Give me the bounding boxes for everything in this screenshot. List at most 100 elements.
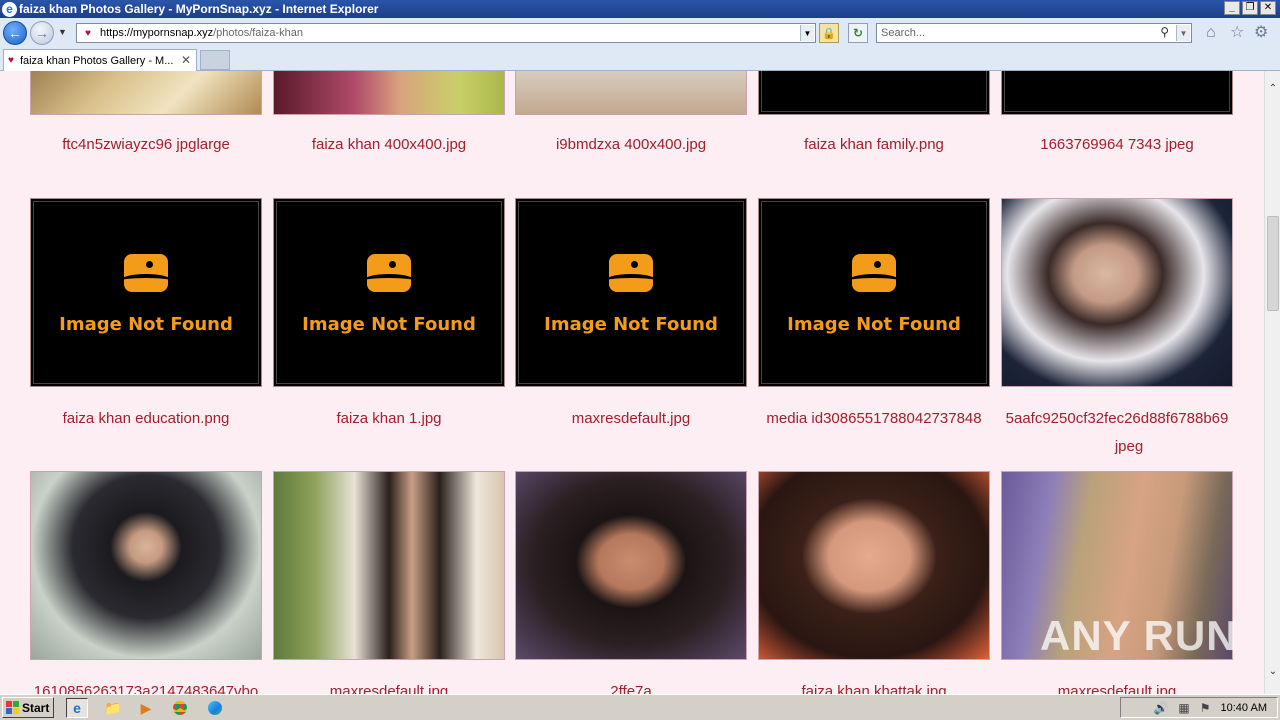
volume-icon[interactable]: 🔊 bbox=[1153, 701, 1168, 715]
gallery-thumbnail[interactable] bbox=[30, 471, 262, 660]
scroll-down-arrow-icon[interactable]: ⌄ bbox=[1265, 666, 1280, 680]
search-input[interactable]: Search... ⚲ ▼ bbox=[876, 23, 1192, 43]
thumbnail-caption[interactable]: 5aafc9250cf32fec26d88f6788b69 bbox=[1001, 405, 1233, 433]
image-not-found-placeholder: Image Not Found bbox=[518, 201, 744, 384]
restore-button[interactable]: ❐ bbox=[1242, 1, 1258, 15]
thumbnail-caption[interactable]: maxresdefault.jpg bbox=[1001, 678, 1233, 694]
photo bbox=[759, 472, 989, 659]
gallery-thumbnail[interactable]: Image Not Found bbox=[273, 198, 505, 387]
media-player-icon[interactable]: ▶ bbox=[135, 698, 157, 718]
close-window-button[interactable]: ✕ bbox=[1260, 1, 1276, 15]
gear-icon[interactable]: ⚙ bbox=[1254, 25, 1268, 41]
start-button[interactable]: Start bbox=[2, 697, 54, 718]
clock[interactable]: 10:40 AM bbox=[1221, 702, 1267, 714]
back-button[interactable]: ← bbox=[3, 21, 27, 45]
thumbnail-caption-line2[interactable]: jpeg bbox=[1001, 433, 1257, 461]
network-icon[interactable]: ▦ bbox=[1178, 701, 1189, 715]
image-not-found-placeholder: Image Not Found bbox=[276, 201, 502, 384]
window-controls: _ ❐ ✕ bbox=[1224, 1, 1276, 15]
photo bbox=[31, 472, 261, 659]
photo bbox=[516, 472, 746, 659]
history-dropdown-icon[interactable]: ▼ bbox=[58, 27, 67, 37]
site-favicon-icon: ♥ bbox=[85, 27, 91, 39]
photo bbox=[1002, 199, 1232, 386]
gallery-thumbnail[interactable]: Image Not Found bbox=[758, 198, 990, 387]
security-lock-icon[interactable]: 🔒 bbox=[819, 23, 839, 43]
thumbnail-caption[interactable]: 1610856263173a2147483647vbo bbox=[30, 678, 262, 694]
forward-button[interactable]: → bbox=[30, 21, 54, 45]
start-label: Start bbox=[22, 700, 50, 715]
home-icon[interactable]: ⌂ bbox=[1206, 25, 1216, 41]
broken-image-icon bbox=[124, 254, 168, 292]
thumbnail-caption[interactable]: faiza khan 400x400.jpg bbox=[273, 131, 505, 159]
action-center-flag-icon[interactable]: ⚑ bbox=[1200, 701, 1211, 715]
photo bbox=[274, 71, 504, 114]
image-not-found-placeholder bbox=[761, 71, 987, 112]
broken-image-icon bbox=[609, 254, 653, 292]
tab-close-icon[interactable]: ✕ bbox=[181, 53, 191, 67]
address-dropdown-icon[interactable]: ▼ bbox=[800, 25, 814, 41]
thumbnail-caption[interactable]: faiza khan 1.jpg bbox=[273, 405, 505, 433]
title-bar: e faiza khan Photos Gallery - MyPornSnap… bbox=[0, 0, 1280, 18]
broken-image-icon bbox=[852, 254, 896, 292]
gallery-thumbnail[interactable] bbox=[758, 471, 990, 660]
thumbnail-caption[interactable]: faiza khan khattak.jpg bbox=[758, 678, 990, 694]
taskbar: Start e 📁 ▶ 🔊 ▦ ⚑ 10:40 AM bbox=[0, 694, 1280, 720]
image-not-found-placeholder bbox=[1004, 71, 1230, 112]
file-explorer-icon[interactable]: 📁 bbox=[102, 698, 124, 718]
tab-label: faiza khan Photos Gallery - M... bbox=[19, 54, 174, 67]
search-dropdown-icon[interactable]: ▼ bbox=[1176, 25, 1190, 41]
thumbnail-caption[interactable]: i9bmdzxa 400x400.jpg bbox=[515, 131, 747, 159]
system-tray: 🔊 ▦ ⚑ 10:40 AM bbox=[1120, 697, 1278, 718]
refresh-button[interactable]: ↻ bbox=[848, 23, 868, 43]
broken-image-icon bbox=[367, 254, 411, 292]
anyrun-watermark: ANY RUN bbox=[1040, 612, 1238, 659]
edge-icon[interactable] bbox=[204, 698, 226, 718]
search-icon[interactable]: ⚲ bbox=[1160, 25, 1169, 39]
favorites-star-icon[interactable]: ☆ bbox=[1230, 25, 1244, 41]
tab-favicon-icon: ♥ bbox=[8, 55, 14, 66]
image-not-found-label: Image Not Found bbox=[59, 314, 233, 335]
browser-window: e faiza khan Photos Gallery - MyPornSnap… bbox=[0, 0, 1280, 720]
chrome-icon[interactable] bbox=[169, 698, 191, 718]
windows-logo-icon bbox=[6, 701, 19, 714]
thumbnail-caption[interactable]: faiza khan family.png bbox=[758, 131, 990, 159]
vertical-scrollbar[interactable]: ⌃ ⌄ bbox=[1264, 71, 1280, 694]
gallery-page: ftc4n5zwiayzc96 jpglarge faiza khan 400x… bbox=[0, 71, 1264, 694]
image-not-found-label: Image Not Found bbox=[302, 314, 476, 335]
thumbnail-caption[interactable]: maxresdefault.jpg bbox=[515, 405, 747, 433]
gallery-thumbnail[interactable] bbox=[1001, 71, 1233, 115]
image-not-found-label: Image Not Found bbox=[544, 314, 718, 335]
navigation-bar: ← → ▼ ♥ https://mypornsnap.xyz/photos/fa… bbox=[0, 18, 1280, 48]
thumbnail-caption[interactable]: ftc4n5zwiayzc96 jpglarge bbox=[30, 131, 262, 159]
gallery-thumbnail[interactable] bbox=[515, 471, 747, 660]
internet-explorer-taskbar-icon[interactable]: e bbox=[66, 698, 88, 718]
search-placeholder: Search... bbox=[881, 27, 926, 39]
gallery-thumbnail[interactable]: Image Not Found bbox=[515, 198, 747, 387]
url-domain: https://mypornsnap.xyz bbox=[100, 27, 214, 39]
thumbnail-caption[interactable]: faiza khan education.png bbox=[30, 405, 262, 433]
gallery-thumbnail[interactable] bbox=[758, 71, 990, 115]
image-not-found-label: Image Not Found bbox=[787, 314, 961, 335]
photo bbox=[31, 71, 261, 114]
window-title: faiza khan Photos Gallery - MyPornSnap.x… bbox=[19, 2, 379, 16]
gallery-thumbnail[interactable] bbox=[273, 471, 505, 660]
gallery-thumbnail[interactable] bbox=[1001, 198, 1233, 387]
gallery-thumbnail[interactable] bbox=[273, 71, 505, 115]
gallery-thumbnail[interactable]: Image Not Found bbox=[30, 198, 262, 387]
thumbnail-caption[interactable]: 2ffe7a bbox=[515, 678, 747, 694]
new-tab-button[interactable] bbox=[200, 50, 230, 70]
address-bar[interactable]: ♥ https://mypornsnap.xyz/photos/faiza-kh… bbox=[76, 23, 816, 43]
tab-active[interactable]: ♥ faiza khan Photos Gallery - M... ✕ bbox=[3, 49, 197, 71]
thumbnail-caption[interactable]: media id3086551788042737848 bbox=[758, 405, 990, 433]
scroll-thumb[interactable] bbox=[1267, 216, 1279, 311]
thumbnail-caption[interactable]: maxresdefault.jpg bbox=[273, 678, 505, 694]
url-path: /photos/faiza-khan bbox=[213, 27, 303, 39]
image-not-found-placeholder: Image Not Found bbox=[761, 201, 987, 384]
scroll-up-arrow-icon[interactable]: ⌃ bbox=[1265, 83, 1280, 97]
tab-bar: ♥ faiza khan Photos Gallery - M... ✕ bbox=[0, 48, 1280, 71]
gallery-thumbnail[interactable] bbox=[515, 71, 747, 115]
thumbnail-caption[interactable]: 1663769964 7343 jpeg bbox=[1001, 131, 1233, 159]
gallery-thumbnail[interactable] bbox=[30, 71, 262, 115]
minimize-button[interactable]: _ bbox=[1224, 1, 1240, 15]
